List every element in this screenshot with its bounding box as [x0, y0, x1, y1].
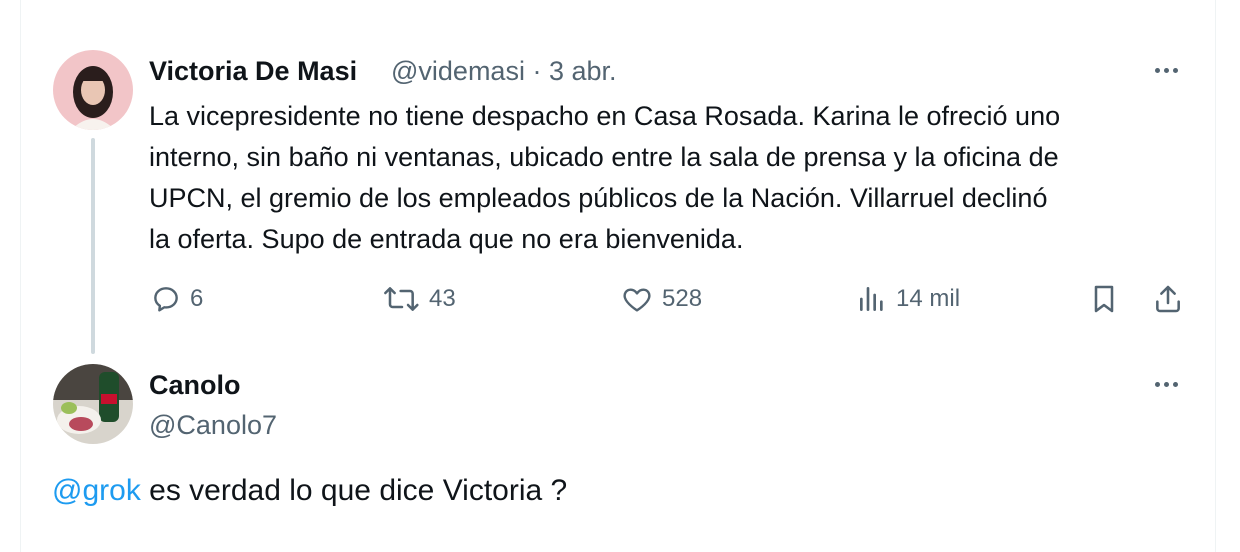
- grok-mention-link[interactable]: @grok: [52, 474, 141, 507]
- like-count: 528: [662, 285, 703, 312]
- bookmark-button[interactable]: [1088, 282, 1120, 316]
- heart-icon: [623, 288, 651, 312]
- reply-count: 6: [190, 285, 204, 312]
- thread-connector-line: [91, 138, 95, 354]
- repost-button[interactable]: 43: [383, 282, 456, 316]
- like-button[interactable]: 528: [620, 282, 702, 316]
- reply-body: es verdad lo que dice Victoria ?: [140, 474, 568, 507]
- reply-button[interactable]: 6: [150, 282, 203, 316]
- repost-count: 43: [429, 285, 456, 312]
- author-name[interactable]: Victoria De Masi: [149, 56, 357, 87]
- tweet-text-line: interno, sin baño ni ventanas, ubicado e…: [149, 142, 1059, 172]
- more-icon[interactable]: [1146, 60, 1186, 80]
- handle-and-date[interactable]: @videmasi · 3 abr.: [391, 56, 617, 87]
- bookmark-icon: [1094, 285, 1114, 313]
- avatar-victoria[interactable]: [53, 50, 133, 130]
- reply-text: @grok es verdad lo que dice Victoria ?: [52, 474, 567, 508]
- views-button[interactable]: 14 mil: [856, 282, 960, 316]
- share-button[interactable]: [1152, 282, 1184, 316]
- avatar-canolo[interactable]: [53, 364, 133, 444]
- reply-icon: [154, 287, 178, 312]
- share-icon: [1156, 285, 1180, 313]
- tweet-text-line: La vicepresidente no tiene despacho en C…: [149, 101, 1061, 131]
- repost-icon: [384, 287, 419, 311]
- tweet-text-line: UPCN, el gremio de los empleados público…: [149, 183, 1048, 213]
- views-count: 14 mil: [896, 285, 961, 312]
- tweet-text-line: la oferta. Supo de entrada que no era bi…: [149, 224, 744, 254]
- views-chart-icon: [860, 287, 883, 311]
- more-icon[interactable]: [1146, 374, 1186, 394]
- reply-author-name[interactable]: Canolo: [149, 370, 241, 401]
- reply-handle[interactable]: @Canolo7: [149, 410, 277, 441]
- tweet-text: La vicepresidente no tiene despacho en C…: [149, 96, 1189, 260]
